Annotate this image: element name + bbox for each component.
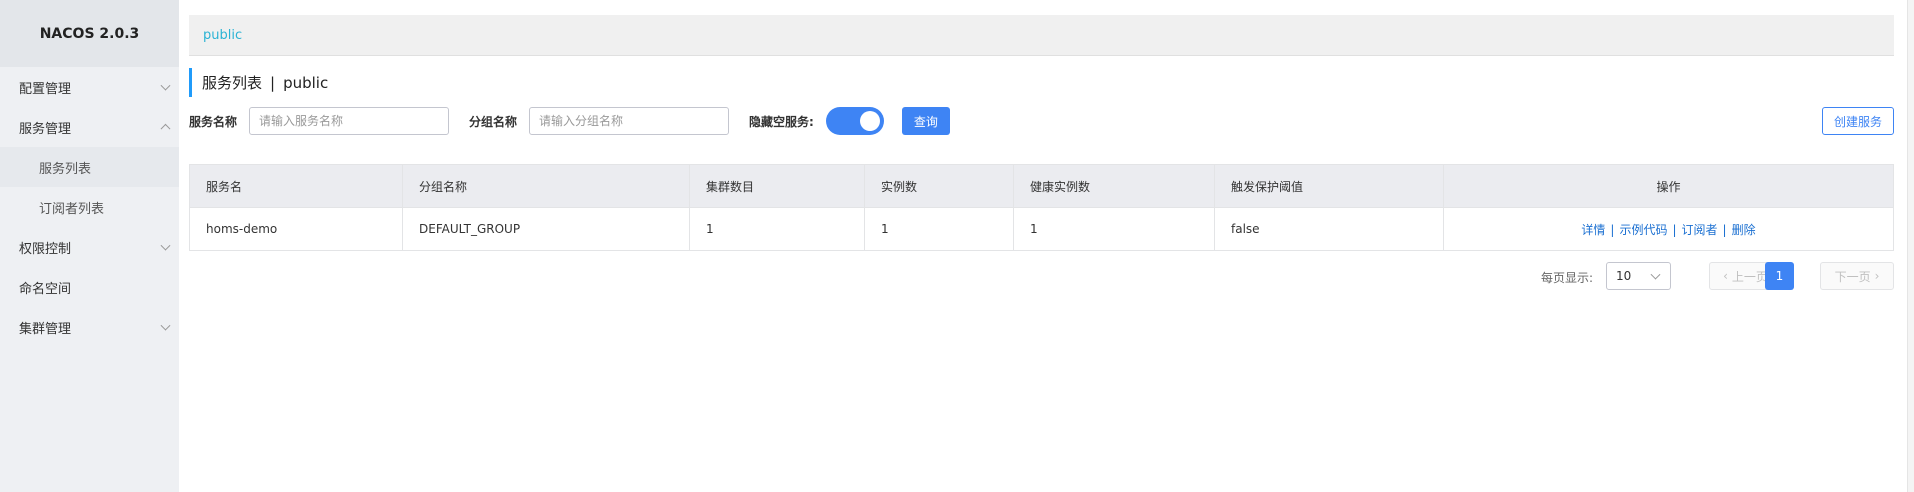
sidebar-item-service-management[interactable]: 服务管理 — [0, 107, 179, 147]
sidebar-item-namespace[interactable]: 命名空间 — [0, 267, 179, 307]
sample-code-link[interactable]: 示例代码 — [1619, 223, 1667, 237]
namespace-bar: public — [189, 15, 1894, 56]
op-divider: | — [1672, 222, 1677, 237]
sidebar-item-label: 权限控制 — [19, 241, 72, 257]
page-title-text: 服务列表 — [202, 74, 263, 92]
hide-empty-label: 隐藏空服务: — [749, 114, 814, 129]
page-number-current[interactable]: 1 — [1765, 262, 1794, 290]
title-separator: | — [270, 73, 276, 92]
sidebar-item-label: 集群管理 — [19, 321, 72, 337]
service-name-label: 服务名称 — [189, 114, 238, 129]
group-name-label: 分组名称 — [469, 114, 518, 129]
chevron-down-icon — [160, 320, 171, 331]
chevron-left-icon: ‹ — [1723, 269, 1728, 283]
sidebar-item-label: 服务管理 — [19, 121, 72, 137]
chevron-down-icon — [1650, 269, 1661, 280]
sidebar-item-label: 命名空间 — [19, 281, 72, 297]
sidebar-item-config-management[interactable]: 配置管理 — [0, 67, 179, 107]
chevron-down-icon — [160, 240, 171, 251]
cell-instance-count: 1 — [864, 207, 1014, 251]
pagination: 每页显示: 10 ‹ 上一页 1 下一页 › — [189, 262, 1894, 290]
service-table: 服务名 分组名称 集群数目 实例数 健康实例数 触发保护阈值 操作 homs-d… — [189, 164, 1894, 251]
main-content: public 服务列表 | public 服务名称 分组名称 隐藏空服务: 查询… — [189, 15, 1894, 290]
cell-operations: 详情 | 示例代码 | 订阅者 | 删除 — [1443, 207, 1894, 251]
col-healthy-count: 健康实例数 — [1013, 164, 1215, 208]
op-divider: | — [1610, 222, 1615, 237]
filter-bar: 服务名称 分组名称 隐藏空服务: 查询 创建服务 — [189, 107, 1894, 135]
col-protect-threshold: 触发保护阈值 — [1214, 164, 1444, 208]
cell-healthy-count: 1 — [1013, 207, 1215, 251]
col-group-name: 分组名称 — [402, 164, 690, 208]
sidebar-item-service-list[interactable]: 服务列表 — [0, 147, 179, 187]
col-operations: 操作 — [1443, 164, 1894, 208]
page-title: 服务列表 | public — [189, 68, 1894, 97]
sidebar-item-label: 服务列表 — [39, 161, 92, 177]
page-title-namespace: public — [283, 73, 329, 92]
chevron-down-icon — [160, 80, 171, 91]
cell-group-name: DEFAULT_GROUP — [402, 207, 690, 251]
col-service-name: 服务名 — [189, 164, 403, 208]
delete-link[interactable]: 删除 — [1732, 223, 1756, 237]
brand-logo: NACOS 2.0.3 — [0, 0, 179, 67]
app-root: NACOS 2.0.3 配置管理 服务管理 服务列表 订阅者列表 权限控制 命名… — [0, 0, 1914, 492]
sidebar-item-label: 配置管理 — [19, 81, 72, 97]
next-page-button[interactable]: 下一页 › — [1820, 262, 1894, 290]
hide-empty-toggle[interactable] — [825, 107, 884, 135]
op-divider: | — [1722, 222, 1727, 237]
query-button[interactable]: 查询 — [901, 107, 950, 135]
cell-protect-threshold: false — [1214, 207, 1444, 251]
service-name-input[interactable] — [249, 107, 450, 135]
page-size-value: 10 — [1616, 269, 1632, 283]
table-row: homs-demo DEFAULT_GROUP 1 1 1 false 详情 | 示… — [189, 207, 1894, 251]
col-instance-count: 实例数 — [864, 164, 1014, 208]
sidebar-item-subscriber-list[interactable]: 订阅者列表 — [0, 187, 179, 227]
sidebar-item-access-control[interactable]: 权限控制 — [0, 227, 179, 267]
toggle-knob — [859, 111, 880, 131]
vertical-scrollbar[interactable] — [1907, 0, 1914, 492]
group-name-input[interactable] — [529, 107, 730, 135]
chevron-right-icon: › — [1874, 269, 1880, 283]
table-header-row: 服务名 分组名称 集群数目 实例数 健康实例数 触发保护阈值 操作 — [189, 164, 1894, 208]
cell-service-name: homs-demo — [189, 207, 403, 251]
create-service-button[interactable]: 创建服务 — [1821, 107, 1894, 135]
next-page-label: 下一页 — [1834, 269, 1871, 284]
chevron-up-icon — [160, 123, 171, 134]
page-size-label: 每页显示: — [1541, 271, 1594, 285]
col-cluster-count: 集群数目 — [689, 164, 865, 208]
sidebar-item-cluster-management[interactable]: 集群管理 — [0, 307, 179, 347]
sidebar-item-label: 订阅者列表 — [39, 201, 105, 217]
detail-link[interactable]: 详情 — [1581, 223, 1605, 237]
page-size-select[interactable]: 10 — [1606, 262, 1671, 290]
namespace-tab-public[interactable]: public — [203, 28, 242, 43]
subscribers-link[interactable]: 订阅者 — [1682, 223, 1718, 237]
cell-cluster-count: 1 — [689, 207, 865, 251]
sidebar: NACOS 2.0.3 配置管理 服务管理 服务列表 订阅者列表 权限控制 命名… — [0, 0, 179, 492]
prev-page-label: 上一页 — [1731, 269, 1768, 284]
